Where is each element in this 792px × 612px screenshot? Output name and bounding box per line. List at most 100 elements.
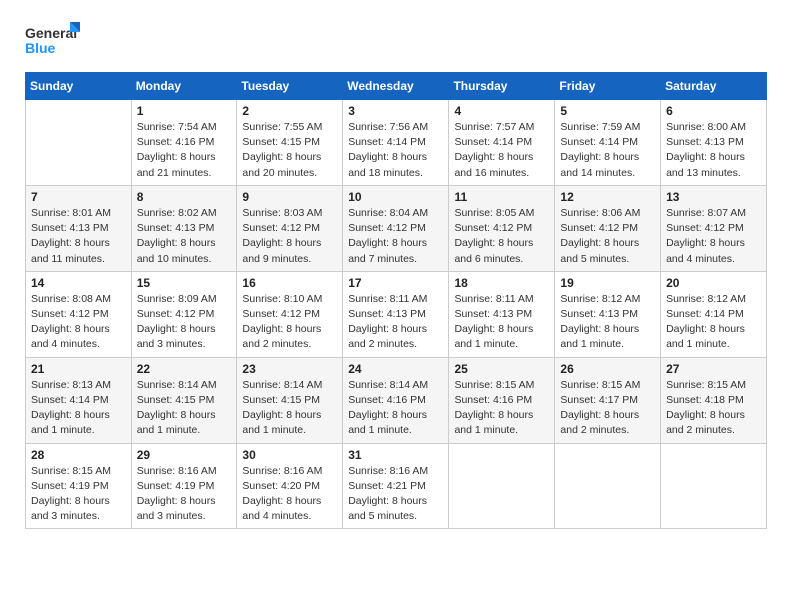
calendar-cell: 30 Sunrise: 8:16 AM Sunset: 4:20 PM Dayli… [237, 443, 343, 529]
day-number: 30 [242, 448, 337, 462]
day-info: Sunrise: 8:11 AM Sunset: 4:13 PM Dayligh… [348, 292, 443, 353]
weekday-header-tuesday: Tuesday [237, 73, 343, 100]
day-number: 9 [242, 190, 337, 204]
day-number: 18 [454, 276, 549, 290]
calendar-cell: 28 Sunrise: 8:15 AM Sunset: 4:19 PM Dayli… [26, 443, 132, 529]
calendar-cell: 7 Sunrise: 8:01 AM Sunset: 4:13 PM Daylig… [26, 185, 132, 271]
calendar-cell: 3Sunrise: 7:56 AM Sunset: 4:14 PM Daylig… [343, 100, 449, 186]
day-number: 28 [31, 448, 126, 462]
weekday-header-sunday: Sunday [26, 73, 132, 100]
day-number: 13 [666, 190, 761, 204]
day-number: 16 [242, 276, 337, 290]
calendar-cell: 23 Sunrise: 8:14 AM Sunset: 4:15 PM Dayli… [237, 357, 343, 443]
day-info: Sunrise: 8:15 AM Sunset: 4:16 PM Dayligh… [454, 378, 549, 439]
day-info: Sunrise: 8:01 AM Sunset: 4:13 PM Dayligh… [31, 206, 126, 267]
calendar-header-row: SundayMondayTuesdayWednesdayThursdayFrid… [26, 73, 767, 100]
day-info: Sunrise: 7:57 AM Sunset: 4:14 PM Dayligh… [454, 120, 549, 181]
day-number: 27 [666, 362, 761, 376]
weekday-header-friday: Friday [555, 73, 661, 100]
day-info: Sunrise: 8:02 AM Sunset: 4:13 PM Dayligh… [137, 206, 232, 267]
day-number: 4 [454, 104, 549, 118]
day-number: 2 [242, 104, 337, 118]
day-number: 21 [31, 362, 126, 376]
calendar-cell: 6 Sunrise: 8:00 AM Sunset: 4:13 PM Daylig… [661, 100, 767, 186]
day-number: 14 [31, 276, 126, 290]
weekday-header-saturday: Saturday [661, 73, 767, 100]
day-number: 11 [454, 190, 549, 204]
day-info: Sunrise: 8:16 AM Sunset: 4:21 PM Dayligh… [348, 464, 443, 525]
logo-icon: General Blue [25, 20, 83, 64]
day-number: 22 [137, 362, 232, 376]
page-header: General Blue [25, 20, 767, 64]
calendar-cell [449, 443, 555, 529]
calendar-cell: 14Sunrise: 8:08 AM Sunset: 4:12 PM Dayli… [26, 271, 132, 357]
day-number: 29 [137, 448, 232, 462]
weekday-header-thursday: Thursday [449, 73, 555, 100]
day-number: 26 [560, 362, 655, 376]
calendar-cell: 17 Sunrise: 8:11 AM Sunset: 4:13 PM Dayli… [343, 271, 449, 357]
calendar-cell: 16 Sunrise: 8:10 AM Sunset: 4:12 PM Dayli… [237, 271, 343, 357]
day-number: 8 [137, 190, 232, 204]
calendar-cell: 29Sunrise: 8:16 AM Sunset: 4:19 PM Dayli… [131, 443, 237, 529]
day-number: 12 [560, 190, 655, 204]
day-info: Sunrise: 8:10 AM Sunset: 4:12 PM Dayligh… [242, 292, 337, 353]
day-number: 25 [454, 362, 549, 376]
day-number: 7 [31, 190, 126, 204]
day-info: Sunrise: 8:15 AM Sunset: 4:18 PM Dayligh… [666, 378, 761, 439]
day-number: 17 [348, 276, 443, 290]
day-info: Sunrise: 8:12 AM Sunset: 4:14 PM Dayligh… [666, 292, 761, 353]
calendar-cell: 9 Sunrise: 8:03 AM Sunset: 4:12 PM Daylig… [237, 185, 343, 271]
day-info: Sunrise: 8:04 AM Sunset: 4:12 PM Dayligh… [348, 206, 443, 267]
calendar-cell: 25 Sunrise: 8:15 AM Sunset: 4:16 PM Dayli… [449, 357, 555, 443]
calendar-cell [26, 100, 132, 186]
svg-text:Blue: Blue [25, 40, 56, 56]
day-number: 20 [666, 276, 761, 290]
day-info: Sunrise: 8:12 AM Sunset: 4:13 PM Dayligh… [560, 292, 655, 353]
day-number: 6 [666, 104, 761, 118]
calendar-cell: 10 Sunrise: 8:04 AM Sunset: 4:12 PM Dayli… [343, 185, 449, 271]
calendar-cell: 18Sunrise: 8:11 AM Sunset: 4:13 PM Dayli… [449, 271, 555, 357]
day-info: Sunrise: 7:55 AM Sunset: 4:15 PM Dayligh… [242, 120, 337, 181]
day-info: Sunrise: 8:16 AM Sunset: 4:20 PM Dayligh… [242, 464, 337, 525]
day-info: Sunrise: 8:14 AM Sunset: 4:15 PM Dayligh… [242, 378, 337, 439]
calendar-cell [661, 443, 767, 529]
day-info: Sunrise: 8:15 AM Sunset: 4:19 PM Dayligh… [31, 464, 126, 525]
logo: General Blue [25, 20, 83, 64]
day-info: Sunrise: 8:14 AM Sunset: 4:16 PM Dayligh… [348, 378, 443, 439]
calendar-week-row: 21Sunrise: 8:13 AM Sunset: 4:14 PM Dayli… [26, 357, 767, 443]
day-number: 15 [137, 276, 232, 290]
calendar-cell: 11 Sunrise: 8:05 AM Sunset: 4:12 PM Dayli… [449, 185, 555, 271]
day-info: Sunrise: 8:03 AM Sunset: 4:12 PM Dayligh… [242, 206, 337, 267]
calendar-cell: 19 Sunrise: 8:12 AM Sunset: 4:13 PM Dayli… [555, 271, 661, 357]
day-info: Sunrise: 7:54 AM Sunset: 4:16 PM Dayligh… [137, 120, 232, 181]
day-info: Sunrise: 8:00 AM Sunset: 4:13 PM Dayligh… [666, 120, 761, 181]
calendar-table: SundayMondayTuesdayWednesdayThursdayFrid… [25, 72, 767, 529]
weekday-header-wednesday: Wednesday [343, 73, 449, 100]
day-number: 5 [560, 104, 655, 118]
calendar-cell: 4 Sunrise: 7:57 AM Sunset: 4:14 PM Daylig… [449, 100, 555, 186]
calendar-cell: 22 Sunrise: 8:14 AM Sunset: 4:15 PM Dayli… [131, 357, 237, 443]
day-number: 23 [242, 362, 337, 376]
day-info: Sunrise: 8:06 AM Sunset: 4:12 PM Dayligh… [560, 206, 655, 267]
calendar-cell [555, 443, 661, 529]
calendar-cell: 15 Sunrise: 8:09 AM Sunset: 4:12 PM Dayli… [131, 271, 237, 357]
day-info: Sunrise: 8:07 AM Sunset: 4:12 PM Dayligh… [666, 206, 761, 267]
day-info: Sunrise: 8:05 AM Sunset: 4:12 PM Dayligh… [454, 206, 549, 267]
day-number: 19 [560, 276, 655, 290]
day-info: Sunrise: 8:09 AM Sunset: 4:12 PM Dayligh… [137, 292, 232, 353]
day-number: 10 [348, 190, 443, 204]
calendar-cell: 27 Sunrise: 8:15 AM Sunset: 4:18 PM Dayli… [661, 357, 767, 443]
calendar-cell: 12 Sunrise: 8:06 AM Sunset: 4:12 PM Dayli… [555, 185, 661, 271]
calendar-cell: 5Sunrise: 7:59 AM Sunset: 4:14 PM Daylig… [555, 100, 661, 186]
svg-text:General: General [25, 25, 77, 41]
calendar-cell: 24Sunrise: 8:14 AM Sunset: 4:16 PM Dayli… [343, 357, 449, 443]
calendar-cell: 21Sunrise: 8:13 AM Sunset: 4:14 PM Dayli… [26, 357, 132, 443]
day-info: Sunrise: 8:14 AM Sunset: 4:15 PM Dayligh… [137, 378, 232, 439]
calendar-cell: 26Sunrise: 8:15 AM Sunset: 4:17 PM Dayli… [555, 357, 661, 443]
calendar-week-row: 7 Sunrise: 8:01 AM Sunset: 4:13 PM Daylig… [26, 185, 767, 271]
calendar-week-row: 28 Sunrise: 8:15 AM Sunset: 4:19 PM Dayli… [26, 443, 767, 529]
weekday-header-monday: Monday [131, 73, 237, 100]
calendar-cell: 20 Sunrise: 8:12 AM Sunset: 4:14 PM Dayli… [661, 271, 767, 357]
calendar-cell: 1Sunrise: 7:54 AM Sunset: 4:16 PM Daylig… [131, 100, 237, 186]
calendar-cell: 31Sunrise: 8:16 AM Sunset: 4:21 PM Dayli… [343, 443, 449, 529]
